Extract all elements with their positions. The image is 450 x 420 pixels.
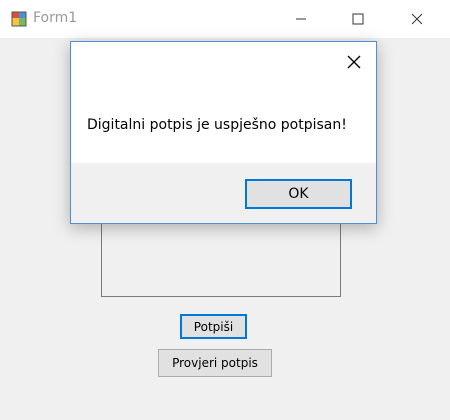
message-box-dialog: Digitalni potpis je uspješno potpisan! O… xyxy=(70,41,377,224)
ok-button[interactable]: OK xyxy=(245,179,352,209)
minimize-icon xyxy=(296,18,306,20)
close-button[interactable] xyxy=(394,0,440,38)
form-app-icon[interactable] xyxy=(11,11,27,27)
maximize-button[interactable] xyxy=(335,0,381,38)
window-title: Form1 xyxy=(33,10,78,26)
sign-button[interactable]: Potpiši xyxy=(180,314,247,339)
dialog-close-button[interactable] xyxy=(346,54,362,70)
minimize-button[interactable] xyxy=(278,0,324,38)
close-icon xyxy=(347,55,361,69)
dialog-button-bar: OK xyxy=(71,163,376,223)
close-icon xyxy=(411,13,423,25)
verify-signature-button[interactable]: Provjeri potpis xyxy=(158,349,272,377)
message-text: Digitalni potpis je uspješno potpisan! xyxy=(87,117,347,133)
maximize-icon xyxy=(352,13,364,25)
title-bar: Form1 xyxy=(0,0,450,38)
